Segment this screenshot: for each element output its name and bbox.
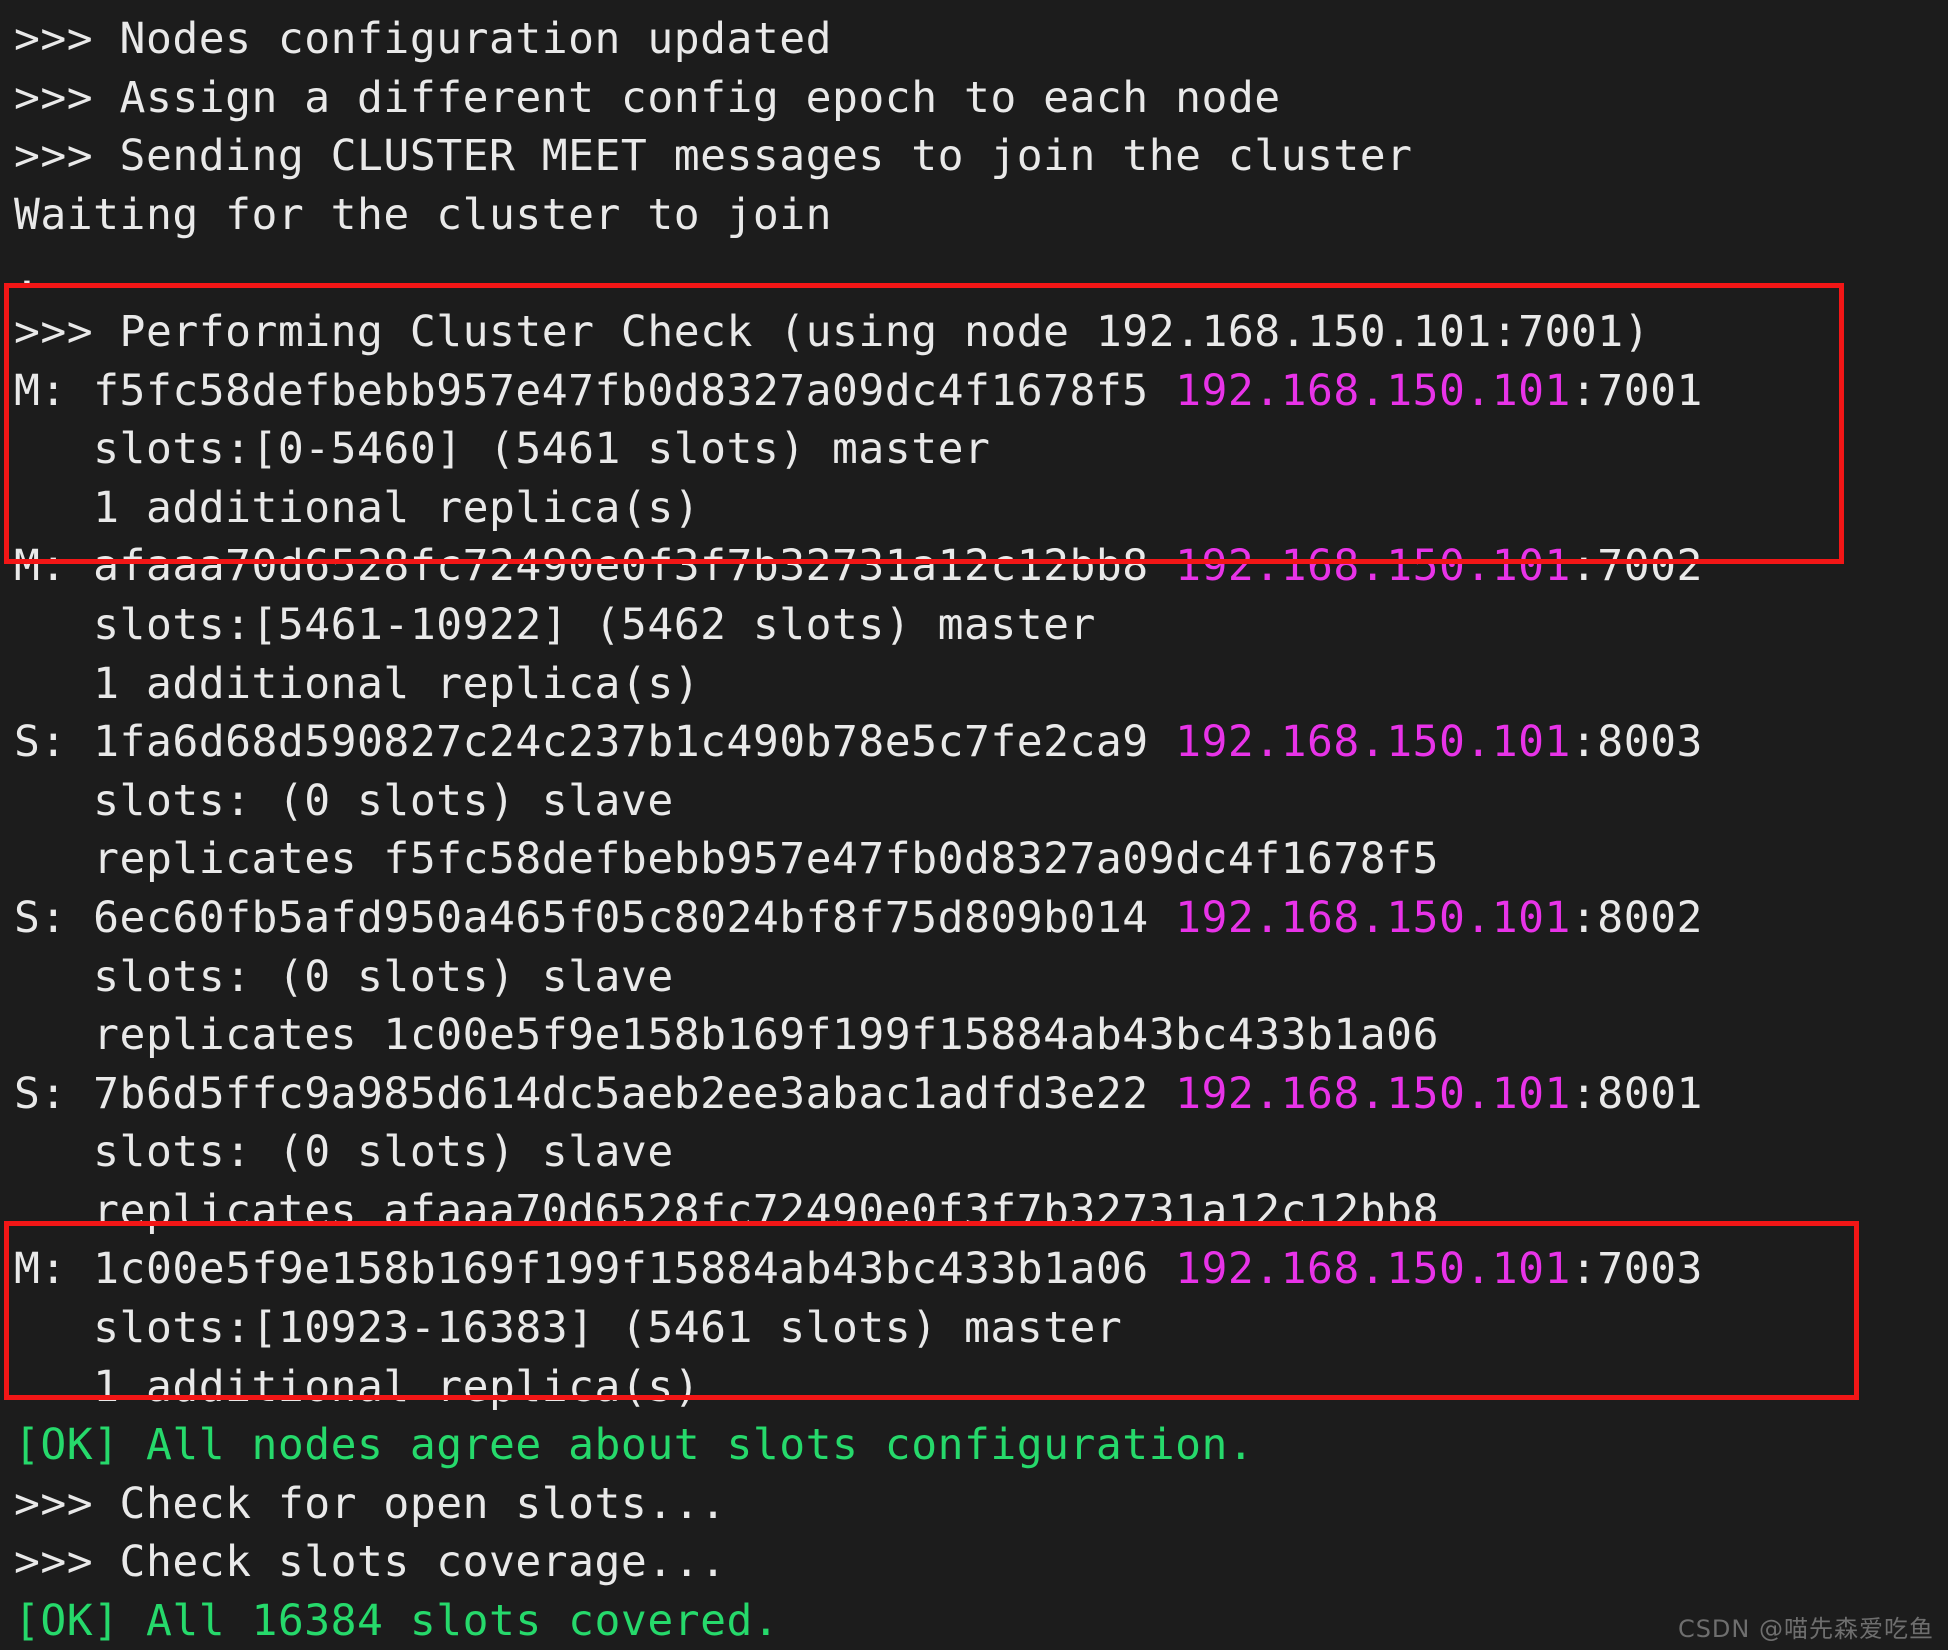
terminal-line: 1 additional replica(s) [14, 479, 1948, 538]
terminal-text-segment: >>> Assign a different config epoch to e… [14, 72, 1281, 123]
terminal-text-segment: slots: (0 slots) slave [14, 775, 674, 826]
terminal-text-segment: 192.168.150.101 [1175, 1244, 1571, 1295]
terminal-text-segment: M: 1c00e5f9e158b169f199f15884ab43bc433b1… [14, 1244, 1176, 1295]
terminal-line: M: afaaa70d6528fc72490e0f3f7b32731a12c12… [14, 537, 1948, 596]
terminal-text-segment: :7002 [1570, 541, 1703, 592]
terminal-line: 1 additional replica(s) [14, 1358, 1948, 1417]
console-output: >>> Nodes configuration updated >>> Assig… [14, 10, 1948, 1651]
terminal-text-segment: >>> Check slots coverage... [14, 1537, 727, 1588]
terminal-text-segment: 192.168.150.101 [1175, 365, 1571, 416]
terminal-text-segment: [OK] All nodes agree about slots configu… [14, 1420, 1255, 1471]
terminal-line: S: 6ec60fb5afd950a465f05c8024bf8f75d809b… [14, 889, 1948, 948]
terminal-line: M: f5fc58defbebb957e47fb0d8327a09dc4f167… [14, 362, 1948, 421]
terminal-text-segment: slots:[5461-10922] (5462 slots) master [14, 599, 1096, 650]
terminal-text-segment: 192.168.150.101 [1175, 892, 1571, 943]
terminal-text-segment: :7001 [1570, 365, 1703, 416]
terminal-line: >>> Sending CLUSTER MEET messages to joi… [14, 127, 1948, 186]
terminal-line: >>> Nodes configuration updated [14, 10, 1948, 69]
terminal-line: [OK] All nodes agree about slots configu… [14, 1416, 1948, 1475]
terminal-line: replicates 1c00e5f9e158b169f199f15884ab4… [14, 1006, 1948, 1065]
terminal-text-segment: . [14, 248, 41, 299]
terminal-text-segment: M: afaaa70d6528fc72490e0f3f7b32731a12c12… [14, 541, 1176, 592]
terminal-text-segment: 192.168.150.101 [1175, 1068, 1571, 1119]
terminal-text-segment: 1 additional replica(s) [14, 482, 701, 533]
terminal-line: slots: (0 slots) slave [14, 772, 1948, 831]
terminal-text-segment: slots: (0 slots) slave [14, 951, 674, 1002]
terminal-line: S: 7b6d5ffc9a985d614dc5aeb2ee3abac1adfd3… [14, 1065, 1948, 1124]
terminal-line: M: 1c00e5f9e158b169f199f15884ab43bc433b1… [14, 1240, 1948, 1299]
terminal-line: [OK] All 16384 slots covered. [14, 1592, 1948, 1651]
terminal-text-segment: :8001 [1570, 1068, 1703, 1119]
terminal-text-segment: M: f5fc58defbebb957e47fb0d8327a09dc4f167… [14, 365, 1176, 416]
terminal-line: >>> Check for open slots... [14, 1475, 1948, 1534]
terminal-line: 1 additional replica(s) [14, 655, 1948, 714]
terminal-text-segment: :8003 [1570, 717, 1703, 768]
terminal-text-segment: 1 additional replica(s) [14, 1361, 701, 1412]
terminal-line: Waiting for the cluster to join [14, 186, 1948, 245]
terminal-text-segment: S: 1fa6d68d590827c24c237b1c490b78e5c7fe2… [14, 717, 1176, 768]
terminal-text-segment: slots:[0-5460] (5461 slots) master [14, 424, 991, 475]
terminal-text-segment: 192.168.150.101 [1175, 541, 1571, 592]
terminal-text-segment: :7003 [1570, 1244, 1703, 1295]
terminal-line: S: 1fa6d68d590827c24c237b1c490b78e5c7fe2… [14, 713, 1948, 772]
terminal-text-segment: replicates afaaa70d6528fc72490e0f3f7b327… [14, 1185, 1439, 1236]
terminal-text-segment: 1 additional replica(s) [14, 658, 701, 709]
terminal-line: >>> Check slots coverage... [14, 1533, 1948, 1592]
terminal-line: replicates afaaa70d6528fc72490e0f3f7b327… [14, 1182, 1948, 1241]
terminal-text-segment: Waiting for the cluster to join [14, 189, 833, 240]
terminal-text-segment: slots:[10923-16383] (5461 slots) master [14, 1303, 1123, 1354]
terminal-text-segment: slots: (0 slots) slave [14, 1127, 674, 1178]
terminal-text-segment: replicates f5fc58defbebb957e47fb0d8327a0… [14, 834, 1439, 885]
terminal-text-segment: [OK] All 16384 slots covered. [14, 1596, 780, 1647]
terminal-text-segment: S: 6ec60fb5afd950a465f05c8024bf8f75d809b… [14, 892, 1176, 943]
terminal-text-segment: >>> Sending CLUSTER MEET messages to joi… [14, 131, 1413, 182]
csdn-watermark: CSDN @喵先森爱吃鱼 [1677, 1615, 1934, 1643]
terminal-line: . [14, 244, 1948, 303]
terminal-text-segment: 192.168.150.101 [1175, 717, 1571, 768]
terminal-text-segment: >>> Check for open slots... [14, 1478, 727, 1529]
terminal-text-segment: >>> Performing Cluster Check (using node… [14, 306, 1651, 357]
terminal-text-segment: S: 7b6d5ffc9a985d614dc5aeb2ee3abac1adfd3… [14, 1068, 1176, 1119]
terminal-line: slots:[5461-10922] (5462 slots) master [14, 596, 1948, 655]
terminal-line: replicates f5fc58defbebb957e47fb0d8327a0… [14, 830, 1948, 889]
terminal-line: slots:[10923-16383] (5461 slots) master [14, 1299, 1948, 1358]
terminal-text-segment: replicates 1c00e5f9e158b169f199f15884ab4… [14, 1010, 1439, 1061]
terminal-line: >>> Performing Cluster Check (using node… [14, 303, 1948, 362]
terminal-line: >>> Assign a different config epoch to e… [14, 69, 1948, 128]
terminal-window: >>> Nodes configuration updated >>> Assig… [0, 0, 1948, 1650]
terminal-text-segment: >>> Nodes configuration updated [14, 14, 833, 64]
terminal-line: slots:[0-5460] (5461 slots) master [14, 420, 1948, 479]
terminal-line: slots: (0 slots) slave [14, 948, 1948, 1007]
terminal-text-segment: :8002 [1570, 892, 1703, 943]
terminal-line: slots: (0 slots) slave [14, 1123, 1948, 1182]
